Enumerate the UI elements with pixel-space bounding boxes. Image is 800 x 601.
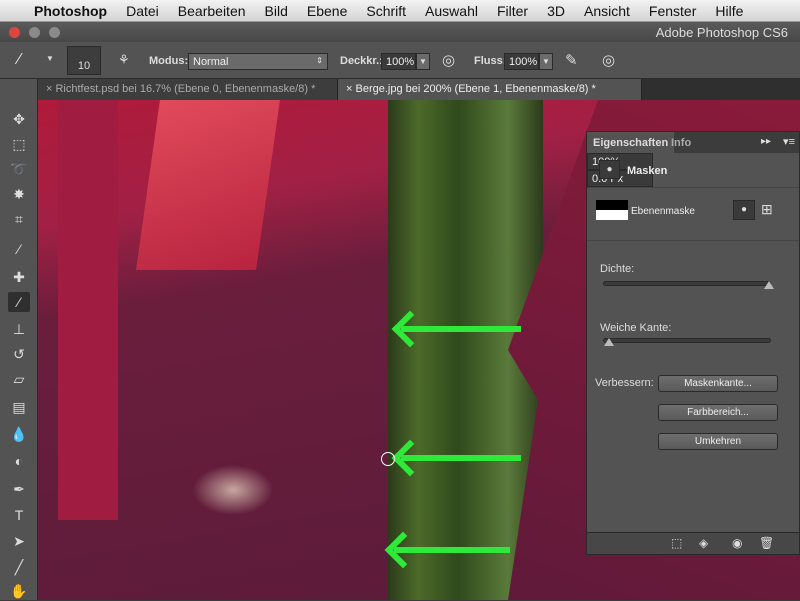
- menu-datei[interactable]: Datei: [126, 3, 159, 19]
- weiche-kante-slider[interactable]: [603, 338, 771, 346]
- eyedropper-tool-icon[interactable]: ⁄: [8, 239, 30, 259]
- menu-schrift[interactable]: Schrift: [366, 3, 406, 19]
- marquee-tool-icon[interactable]: ⬚: [8, 134, 30, 154]
- close-window-button[interactable]: [9, 27, 20, 38]
- maskenkante-button[interactable]: Maskenkante...: [658, 375, 778, 392]
- deckkr-dropdown[interactable]: ▼: [416, 53, 430, 70]
- minimize-window-button[interactable]: [29, 27, 40, 38]
- deckkr-input[interactable]: 100%: [381, 53, 416, 70]
- umkehren-button[interactable]: Umkehren: [658, 433, 778, 450]
- dodge-tool-icon[interactable]: ◐: [8, 451, 30, 471]
- visibility-eye-icon[interactable]: ◉: [732, 536, 742, 550]
- weiche-kante-label: Weiche Kante:: [600, 322, 672, 334]
- green-arrow: [401, 326, 521, 332]
- document-tabs: × Richtfest.psd bei 16.7% (Ebene 0, Eben…: [38, 79, 800, 100]
- brush-tool-icon[interactable]: ⁄: [8, 292, 30, 312]
- healing-tool-icon[interactable]: ✚: [8, 267, 30, 287]
- section-title: Masken: [627, 165, 668, 177]
- green-arrow: [401, 455, 521, 461]
- menu-fenster[interactable]: Fenster: [649, 3, 696, 19]
- properties-panel: Eigenschaften Info ▸▸ ▾≡ ● Masken Ebenen…: [586, 131, 800, 555]
- verbessern-label: Verbessern:: [595, 377, 654, 389]
- image-region: [136, 100, 280, 270]
- farbbereich-button[interactable]: Farbbereich...: [658, 404, 778, 421]
- brush-cursor: [381, 452, 395, 466]
- tools-panel: ✥ ⬚ ➰ ✸ ⌗ ⁄ ✚ ⁄ ⊥ ↺ ▱ ▤ 💧 ◐ ✒ T ➤ ╱ ✋: [0, 79, 38, 600]
- options-bar: ⁄ ▼ 10 ⚘ Modus: Normal ⇕ Deckkr.: 100% ▼ …: [0, 42, 800, 79]
- tab-richtfest[interactable]: × Richtfest.psd bei 16.7% (Ebene 0, Eben…: [38, 79, 338, 100]
- type-tool-icon[interactable]: T: [8, 505, 30, 525]
- menu-bearbeiten[interactable]: Bearbeiten: [178, 3, 246, 19]
- pixel-mask-button[interactable]: ●: [733, 200, 755, 220]
- menu-hilfe[interactable]: Hilfe: [715, 3, 743, 19]
- slider-knob[interactable]: [764, 281, 774, 289]
- modus-select[interactable]: Normal ⇕: [188, 53, 328, 70]
- panel-menu-icon[interactable]: ▾≡: [783, 135, 795, 148]
- path-selection-tool-icon[interactable]: ➤: [8, 531, 30, 551]
- move-tool-icon[interactable]: ✥: [8, 109, 30, 129]
- dichte-slider[interactable]: [603, 281, 774, 289]
- stamp-tool-icon[interactable]: ⊥: [8, 319, 30, 339]
- apply-mask-icon[interactable]: ◈: [699, 536, 708, 550]
- dichte-label: Dichte:: [600, 263, 635, 275]
- window-title: Adobe Photoshop CS6: [655, 25, 788, 40]
- fluss-dropdown[interactable]: ▼: [539, 53, 553, 70]
- zoom-window-button[interactable]: [49, 27, 60, 38]
- image-region: [58, 100, 118, 520]
- pressure-size-icon[interactable]: ◎: [602, 51, 615, 69]
- menu-photoshop[interactable]: Photoshop: [34, 3, 107, 19]
- menu-ansicht[interactable]: Ansicht: [584, 3, 630, 19]
- menu-bild[interactable]: Bild: [265, 3, 288, 19]
- collapse-panel-icon[interactable]: ▸▸: [761, 136, 771, 147]
- slider-knob[interactable]: [604, 338, 614, 346]
- menu-ebene[interactable]: Ebene: [307, 3, 347, 19]
- brush-tool-icon[interactable]: ⁄: [18, 51, 21, 69]
- menu-auswahl[interactable]: Auswahl: [425, 3, 478, 19]
- load-selection-icon[interactable]: ⬚: [671, 536, 682, 550]
- gradient-tool-icon[interactable]: ▤: [8, 397, 30, 417]
- menu-bar: Photoshop Datei Bearbeiten Bild Ebene Sc…: [0, 0, 800, 22]
- lasso-tool-icon[interactable]: ➰: [8, 159, 30, 179]
- brush-size-value: 10: [77, 60, 91, 72]
- deckkr-value: 100%: [386, 56, 415, 68]
- tab-label: Richtfest.psd bei 16.7% (Ebene 0, Ebenen…: [55, 83, 316, 95]
- tab-label: Berge.jpg bei 200% (Ebene 1, Ebenenmaske…: [355, 83, 596, 95]
- vector-mask-add-icon[interactable]: ⊞: [761, 201, 773, 218]
- fluss-value: 100%: [509, 56, 538, 68]
- tab-berge[interactable]: × Berge.jpg bei 200% (Ebene 1, Ebenenmas…: [338, 79, 642, 100]
- modus-value: Normal: [193, 56, 229, 68]
- tab-eigenschaften[interactable]: Eigenschaften: [587, 132, 675, 153]
- menu-filter[interactable]: Filter: [497, 3, 528, 19]
- magic-wand-tool-icon[interactable]: ✸: [8, 184, 30, 204]
- tool-preset-dropdown[interactable]: ▼: [46, 54, 54, 63]
- blur-tool-icon[interactable]: 💧: [8, 424, 30, 444]
- pen-tool-icon[interactable]: ✒: [8, 479, 30, 499]
- tab-info[interactable]: Info: [665, 132, 697, 153]
- mask-icon: ●: [599, 160, 620, 179]
- title-bar: Adobe Photoshop CS6: [0, 22, 800, 42]
- fluss-input[interactable]: 100%: [504, 53, 539, 70]
- menu-3d[interactable]: 3D: [547, 3, 565, 19]
- crop-tool-icon[interactable]: ⌗: [8, 209, 30, 229]
- pressure-opacity-icon[interactable]: ◎: [442, 51, 455, 69]
- modus-label: Modus:: [149, 55, 189, 67]
- history-brush-tool-icon[interactable]: ↺: [8, 344, 30, 364]
- airbrush-icon[interactable]: ✎: [565, 51, 578, 69]
- hand-tool-icon[interactable]: ✋: [8, 581, 30, 601]
- deckkr-label: Deckkr.:: [340, 55, 383, 67]
- line-tool-icon[interactable]: ╱: [8, 557, 30, 577]
- eraser-tool-icon[interactable]: ▱: [8, 369, 30, 389]
- fluss-label: Fluss:: [474, 55, 507, 67]
- mask-name: Ebenenmaske: [631, 206, 695, 217]
- delete-mask-icon[interactable]: 🗑: [759, 536, 774, 550]
- green-arrow: [394, 547, 510, 553]
- brush-size-picker[interactable]: 10: [67, 46, 101, 75]
- brush-panel-icon[interactable]: ⚘: [118, 52, 130, 68]
- mask-thumbnail[interactable]: [596, 200, 628, 220]
